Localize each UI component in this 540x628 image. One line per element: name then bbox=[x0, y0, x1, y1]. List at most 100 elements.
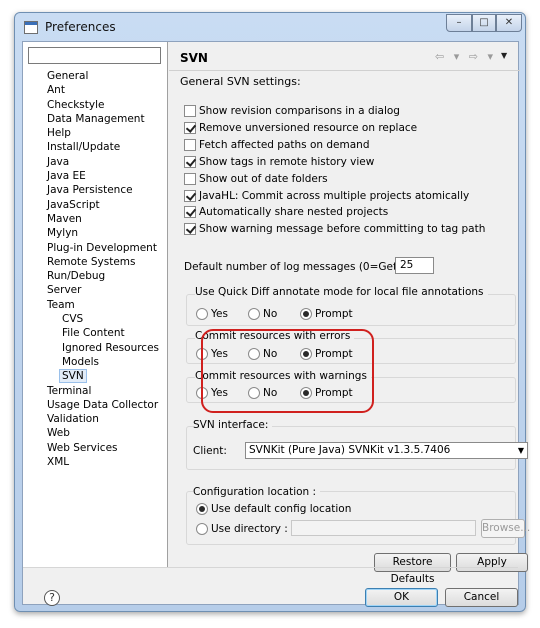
minimize-button[interactable]: – bbox=[446, 14, 472, 32]
quick-diff-no-radio[interactable]: No bbox=[248, 307, 277, 321]
tree-item-label: Terminal bbox=[47, 384, 92, 397]
checkbox-checked-icon bbox=[184, 122, 196, 134]
tree-item-label: Team bbox=[47, 298, 75, 311]
tree-item-cvs[interactable]: CVS bbox=[23, 312, 168, 326]
checkbox-label: Show out of date folders bbox=[199, 173, 328, 185]
quick-diff-yes-radio[interactable]: Yes bbox=[196, 307, 228, 321]
title-bar[interactable]: Preferences – □ ✕ bbox=[15, 13, 525, 41]
dialog-body: General Ant Checkstyle Data Management Help I… bbox=[22, 41, 530, 607]
tree-item-server[interactable]: Server bbox=[23, 283, 168, 297]
tree-item-xml[interactable]: XML bbox=[23, 455, 168, 469]
checkbox-icon bbox=[184, 139, 196, 151]
cancel-button[interactable]: Cancel bbox=[445, 588, 518, 607]
tree-item-usage-data-collector[interactable]: Usage Data Collector bbox=[23, 398, 168, 412]
tree-item-java-ee[interactable]: Java EE bbox=[23, 169, 168, 183]
checkbox-checked-icon bbox=[184, 206, 196, 218]
help-icon[interactable]: ? bbox=[44, 590, 60, 606]
tree-item-label: Checkstyle bbox=[47, 98, 105, 111]
checkbox-1[interactable]: Show revision comparisons in a dialog bbox=[184, 104, 400, 118]
tree-item-validation[interactable]: Validation bbox=[23, 412, 168, 426]
tree-item-label: Data Management bbox=[47, 112, 145, 125]
browse-button[interactable]: Browse... bbox=[481, 519, 530, 538]
tree-item-models[interactable]: Models bbox=[23, 355, 168, 369]
tree-item-label: Ant bbox=[47, 84, 65, 97]
tree-item-label: Maven bbox=[47, 212, 82, 225]
apply-button[interactable]: Apply bbox=[456, 553, 528, 572]
tree-item-label: SVN bbox=[59, 369, 87, 384]
back-arrow-icon[interactable]: ⇦ ▾ bbox=[435, 50, 462, 63]
radio-selected-icon bbox=[300, 308, 312, 320]
close-button[interactable]: ✕ bbox=[496, 14, 522, 32]
tree-item-plug-in-development[interactable]: Plug-in Development bbox=[23, 241, 168, 255]
tree-item-help[interactable]: Help bbox=[23, 126, 168, 140]
tree-item-java-persistence[interactable]: Java Persistence bbox=[23, 183, 168, 197]
preferences-icon bbox=[24, 21, 38, 34]
tree-item-web[interactable]: Web bbox=[23, 426, 168, 440]
checkbox-8[interactable]: Show warning message before committing t… bbox=[184, 222, 485, 236]
tree-item-label: Java bbox=[47, 155, 70, 168]
general-settings-label: General SVN settings: bbox=[180, 75, 301, 88]
checkbox-checked-icon bbox=[184, 190, 196, 202]
tree-item-ignored-resources[interactable]: Ignored Resources bbox=[23, 341, 168, 355]
use-default-config-radio[interactable]: Use default config location bbox=[196, 502, 351, 516]
tree-item-label: Web Services bbox=[47, 441, 118, 454]
tree-item-terminal[interactable]: Terminal bbox=[23, 384, 168, 398]
checkbox-label: Show revision comparisons in a dialog bbox=[199, 105, 400, 117]
checkbox-7[interactable]: Automatically share nested projects bbox=[184, 205, 388, 219]
tree-item-mylyn[interactable]: Mylyn bbox=[23, 226, 168, 240]
log-messages-input[interactable]: 25 bbox=[395, 257, 434, 274]
tree-item-remote-systems[interactable]: Remote Systems bbox=[23, 255, 168, 269]
tree-item-java[interactable]: Java bbox=[23, 155, 168, 169]
tree-item-ant[interactable]: Ant bbox=[23, 83, 168, 97]
maximize-button[interactable]: □ bbox=[472, 14, 496, 32]
tree-item-label: Install/Update bbox=[47, 141, 121, 154]
checkbox-checked-icon bbox=[184, 223, 196, 235]
tree-item-maven[interactable]: Maven bbox=[23, 212, 168, 226]
forward-arrow-icon[interactable]: ⇨ ▾ bbox=[469, 50, 496, 63]
checkbox-label: Fetch affected paths on demand bbox=[199, 139, 370, 151]
tree-item-label: Validation bbox=[47, 413, 99, 426]
tree-item-svn[interactable]: SVN bbox=[23, 369, 168, 384]
tree-item-run-debug[interactable]: Run/Debug bbox=[23, 269, 168, 283]
nav-history: ⇦ ▾ ⇨ ▾ bbox=[435, 50, 496, 63]
tree-item-checkstyle[interactable]: Checkstyle bbox=[23, 98, 168, 112]
filter-input[interactable] bbox=[28, 47, 161, 64]
tree-item-label: CVS bbox=[62, 313, 84, 326]
tree-item-install-update[interactable]: Install/Update bbox=[23, 140, 168, 154]
restore-defaults-button[interactable]: Restore Defaults bbox=[374, 553, 451, 585]
checkbox-3[interactable]: Fetch affected paths on demand bbox=[184, 138, 370, 152]
tree-item-data-management[interactable]: Data Management bbox=[23, 112, 168, 126]
tree-item-label: Ignored Resources bbox=[62, 341, 160, 354]
tree-item-label: Models bbox=[62, 355, 99, 368]
ok-button[interactable]: OK bbox=[365, 588, 438, 607]
radio-selected-icon bbox=[196, 503, 208, 515]
radio-icon bbox=[196, 523, 208, 535]
log-messages-label: Default number of log messages (0=Get Al… bbox=[184, 261, 418, 273]
checkbox-icon bbox=[184, 173, 196, 185]
tree-item-general[interactable]: General bbox=[23, 69, 168, 83]
checkbox-6[interactable]: JavaHL: Commit across multiple projects … bbox=[184, 189, 469, 203]
tree-item-javascript[interactable]: JavaScript bbox=[23, 198, 168, 212]
checkbox-2[interactable]: Remove unversioned resource on replace bbox=[184, 121, 417, 135]
client-label: Client: bbox=[193, 445, 227, 457]
tree-item-label: XML bbox=[47, 456, 70, 469]
tree-item-label: File Content bbox=[62, 327, 125, 340]
title-divider bbox=[169, 70, 520, 71]
quick-diff-prompt-radio[interactable]: Prompt bbox=[300, 307, 353, 321]
directory-input[interactable] bbox=[291, 520, 476, 536]
tree-item-web-services[interactable]: Web Services bbox=[23, 441, 168, 455]
svn-interface-title: SVN interface: bbox=[193, 419, 273, 431]
tree-item-label: Plug-in Development bbox=[47, 241, 157, 254]
preference-tree: General Ant Checkstyle Data Management Help I… bbox=[23, 69, 168, 469]
view-menu-icon[interactable]: ▼ bbox=[501, 51, 507, 60]
tree-item-label: JavaScript bbox=[47, 198, 100, 211]
checkbox-4[interactable]: Show tags in remote history view bbox=[184, 155, 374, 169]
use-directory-radio[interactable]: Use directory : bbox=[196, 522, 288, 536]
tree-item-team[interactable]: Team bbox=[23, 298, 168, 312]
tree-item-file-content[interactable]: File Content bbox=[23, 326, 168, 340]
checkbox-5[interactable]: Show out of date folders bbox=[184, 172, 328, 186]
window-title: Preferences bbox=[45, 20, 116, 34]
chevron-down-icon: ▼ bbox=[517, 446, 524, 455]
red-highlight-outline bbox=[201, 329, 374, 413]
client-select[interactable]: SVNKit (Pure Java) SVNKit v1.3.5.7406 ▼ bbox=[245, 442, 528, 459]
